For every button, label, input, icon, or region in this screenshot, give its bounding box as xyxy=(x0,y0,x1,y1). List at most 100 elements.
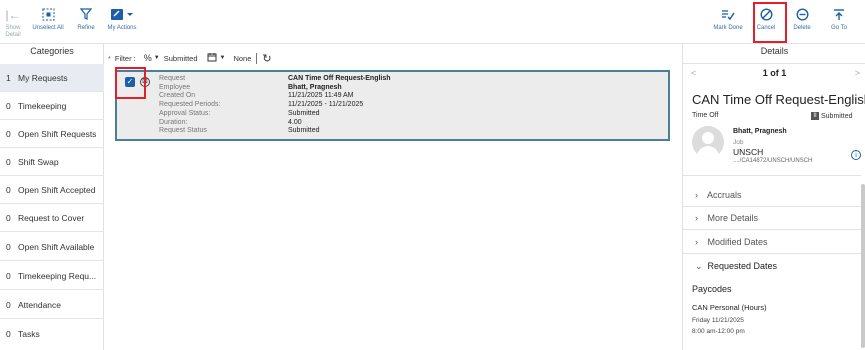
details-panel: Details < 1 of 1 > CAN Time Off Request-… xyxy=(682,44,865,350)
category-open-shift-available[interactable]: 0 Open Shift Available xyxy=(0,233,104,261)
category-my-requests[interactable]: 1 My Requests xyxy=(0,64,104,92)
card-value: Bhatt, Pragnesh xyxy=(288,83,342,91)
pager-text: 1 of 1 xyxy=(762,68,787,78)
org-path: ..../CA14872/UNSCH/UNSCH xyxy=(733,158,813,164)
category-timekeeping-requests[interactable]: 0 Timekeeping Requ... xyxy=(0,262,104,290)
paycode-time: 8:00 am-12:00 pm xyxy=(692,328,745,335)
info-icon[interactable]: i xyxy=(851,150,861,160)
refresh-icon[interactable]: ↻ xyxy=(262,52,271,65)
chevron-left-icon[interactable]: < xyxy=(691,68,696,78)
avatar xyxy=(692,126,724,158)
status-text: Submitted xyxy=(821,112,853,120)
checkbox-highlight-box xyxy=(115,67,146,99)
category-request-to-cover[interactable]: 0 Request to Cover xyxy=(0,204,104,232)
section-label: Modified Dates xyxy=(707,237,768,247)
section-more-details[interactable]: › More Details xyxy=(695,213,758,223)
divider xyxy=(683,206,861,207)
request-details-grid: Request CAN Time Off Request-English Emp… xyxy=(159,75,391,136)
card-value: Submitted xyxy=(288,109,320,117)
refine-button[interactable]: Refine xyxy=(73,8,99,32)
category-count: 0 xyxy=(6,299,11,310)
toolbar: |← Show Detail Unselect All Refine My Act… xyxy=(0,0,865,44)
section-accruals[interactable]: › Accruals xyxy=(695,190,742,200)
filter-bar: * Filter : % ▼ Submitted ▼ None ↻ xyxy=(108,50,678,66)
card-key: Duration: xyxy=(159,118,188,126)
category-count: 0 xyxy=(6,241,11,252)
card-value: CAN Time Off Request-English xyxy=(288,75,391,82)
mark-done-button[interactable]: Mark Done xyxy=(711,8,745,32)
divider xyxy=(683,229,861,230)
category-count: 0 xyxy=(6,212,11,223)
category-count: 0 xyxy=(6,128,11,139)
go-to-label: Go To xyxy=(831,25,847,31)
show-detail-button[interactable]: |← Show Detail xyxy=(3,8,23,39)
card-row: Approval Status: Submitted xyxy=(159,110,391,119)
category-count: 1 xyxy=(6,72,11,83)
category-count: 0 xyxy=(6,270,11,281)
status-filter-dropdown[interactable]: % ▼ Submitted xyxy=(144,53,198,63)
required-marker: * xyxy=(108,53,111,63)
status-badge: II Submitted xyxy=(811,112,853,120)
category-label: Open Shift Available xyxy=(18,241,95,252)
delete-minus-icon xyxy=(790,8,814,22)
delete-button[interactable]: Delete xyxy=(790,8,814,32)
divider xyxy=(683,253,861,254)
filter-divider xyxy=(256,52,258,64)
section-label: More Details xyxy=(707,213,759,223)
section-label: Accruals xyxy=(707,190,742,200)
details-scrollbar[interactable] xyxy=(861,184,865,348)
pause-icon: II xyxy=(811,112,819,120)
category-attendance[interactable]: 0 Attendance xyxy=(0,291,104,319)
category-label: Open Shift Requests xyxy=(18,128,97,139)
date-filter-dropdown[interactable]: ▼ None xyxy=(207,52,251,64)
category-label: Timekeeping Requ... xyxy=(18,270,97,281)
category-label: Timekeeping xyxy=(18,100,67,111)
category-label: Open Shift Accepted xyxy=(18,184,96,195)
category-open-shift-accepted[interactable]: 0 Open Shift Accepted xyxy=(0,176,104,204)
org-name: UNSCH xyxy=(733,147,764,157)
request-card[interactable]: ✓ ⊠ Request CAN Time Off Request-English… xyxy=(115,70,670,141)
show-detail-label: Show Detail xyxy=(5,25,21,38)
section-requested-dates[interactable]: ⌄ Requested Dates xyxy=(695,261,777,272)
card-key: Request Status xyxy=(159,127,207,135)
filter-funnel-icon xyxy=(73,8,99,22)
category-tasks[interactable]: 0 Tasks xyxy=(0,320,104,348)
chevron-right-icon: › xyxy=(695,213,698,223)
collapse-left-icon: |← xyxy=(5,8,21,22)
card-row: Request Status Submitted xyxy=(159,127,391,136)
chevron-right-icon: › xyxy=(695,190,698,200)
category-count: 0 xyxy=(6,156,11,167)
details-pager: < 1 of 1 > xyxy=(683,68,865,84)
categories-panel: Categories 1 My Requests 0 Timekeeping 0… xyxy=(0,44,104,350)
card-key: Created On xyxy=(159,92,196,100)
card-value: 11/21/2025 11:49 AM xyxy=(288,92,354,100)
unselect-all-button[interactable]: Unselect All xyxy=(30,8,66,32)
go-to-icon xyxy=(826,8,852,22)
request-type-label: Time Off xyxy=(692,112,719,119)
card-key: Requested Periods: xyxy=(159,101,221,109)
paycode-name: CAN Personal (Hours) xyxy=(692,303,767,312)
category-open-shift-requests[interactable]: 0 Open Shift Requests xyxy=(0,120,104,148)
category-label: Shift Swap xyxy=(18,156,59,167)
card-key: Employee xyxy=(159,83,191,91)
section-label: Requested Dates xyxy=(707,261,778,271)
edit-dropdown-icon xyxy=(104,8,140,22)
my-actions-button[interactable]: My Actions xyxy=(104,8,140,32)
category-timekeeping[interactable]: 0 Timekeeping xyxy=(0,92,104,120)
chevron-down-icon: ▼ xyxy=(219,55,226,61)
employee-name: Bhatt, Pragnesh xyxy=(733,128,787,135)
card-row: Employee Bhatt, Pragnesh xyxy=(159,84,391,93)
details-heading: CAN Time Off Request-English xyxy=(692,92,865,107)
chevron-right-icon[interactable]: > xyxy=(855,68,860,78)
unselect-all-icon xyxy=(30,8,66,22)
refine-label: Refine xyxy=(77,25,95,31)
my-actions-label: My Actions xyxy=(107,25,137,31)
card-row: Requested Periods: 11/21/2025 - 11/21/20… xyxy=(159,101,391,110)
mark-done-label: Mark Done xyxy=(713,25,743,31)
category-shift-swap[interactable]: 0 Shift Swap xyxy=(0,148,104,176)
go-to-button[interactable]: Go To xyxy=(826,8,852,32)
section-modified-dates[interactable]: › Modified Dates xyxy=(695,237,768,247)
card-key: Request xyxy=(159,75,186,82)
divider xyxy=(683,175,861,176)
cancel-highlight-box xyxy=(753,2,787,43)
